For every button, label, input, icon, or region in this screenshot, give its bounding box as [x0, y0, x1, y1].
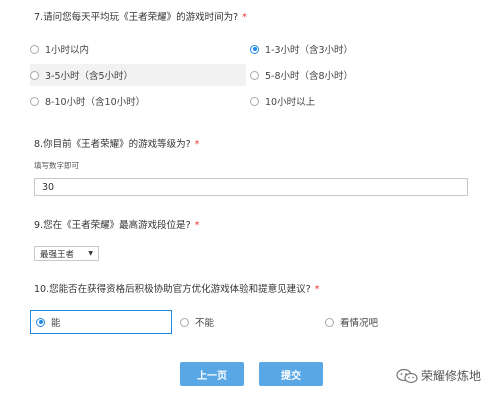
option-label: 10小时以上 [265, 97, 316, 108]
option-label: 1小时以内 [45, 45, 90, 56]
q10-option-2[interactable]: 不能 [180, 311, 310, 333]
required-mark: * [194, 139, 200, 150]
question-7-title: 7.请问您每天平均玩《王者荣耀》的游戏时间为? * [34, 9, 247, 23]
question-10-text: 10.您能否在获得资格后积极协助官方优化游戏体验和提意见建议? [34, 284, 311, 295]
wechat-icon [396, 368, 418, 383]
dropdown-caret-icon: ▼ [88, 250, 93, 257]
rank-select[interactable]: 最强王者 ▼ [34, 246, 99, 261]
option-label: 能 [51, 318, 61, 329]
required-mark: * [194, 220, 200, 231]
watermark-text: 荣耀修炼地 [421, 369, 482, 383]
question-9-text: 9.您在《王者荣耀》最高游戏段位是? [34, 220, 191, 231]
q7-option-4[interactable]: 5-8小时（含8小时） [250, 64, 460, 86]
q7-option-5[interactable]: 8-10小时（含10小时） [30, 90, 240, 112]
q7-option-1[interactable]: 1小时以内 [30, 38, 240, 60]
radio-icon[interactable] [30, 70, 39, 80]
q8-hint: 填写数字即可 [34, 161, 79, 170]
radio-icon[interactable] [250, 70, 259, 80]
option-label: 看情况吧 [340, 318, 379, 329]
radio-icon[interactable] [30, 96, 39, 106]
radio-icon[interactable] [30, 44, 39, 54]
required-mark: * [242, 12, 247, 23]
option-label: 5-8小时（含8小时） [265, 71, 354, 82]
rank-select-value: 最强王者 [40, 249, 75, 260]
q7-option-2[interactable]: 1-3小时（含3小时） [250, 38, 460, 60]
question-9-title: 9.您在《王者荣耀》最高游戏段位是? * [34, 217, 199, 231]
q10-option-3[interactable]: 看情况吧 [325, 311, 455, 333]
radio-icon[interactable] [325, 317, 334, 327]
q7-option-6[interactable]: 10小时以上 [250, 90, 460, 112]
watermark: 荣耀修炼地 [396, 367, 481, 384]
option-label: 8-10小时（含10小时） [45, 97, 146, 108]
prev-page-button[interactable]: 上一页 [180, 362, 244, 386]
question-10-title: 10.您能否在获得资格后积极协助官方优化游戏体验和提意见建议? * [34, 281, 319, 295]
q10-option-1[interactable]: 能 [30, 310, 172, 334]
radio-icon[interactable] [250, 96, 259, 106]
radio-icon[interactable] [180, 317, 189, 327]
question-8-text: 8.你目前《王者荣耀》的游戏等级为? [34, 139, 191, 150]
q7-option-3[interactable]: 3-5小时（含5小时） [30, 64, 246, 86]
question-8-title: 8.你目前《王者荣耀》的游戏等级为? * [34, 136, 199, 150]
submit-button[interactable]: 提交 [259, 362, 323, 386]
required-mark: * [314, 284, 320, 295]
radio-selected-icon[interactable] [250, 44, 259, 54]
option-label: 3-5小时（含5小时） [45, 71, 134, 82]
option-label: 1-3小时（含3小时） [265, 45, 354, 56]
radio-selected-icon[interactable] [36, 317, 45, 327]
option-label: 不能 [195, 318, 215, 329]
question-7-text: 7.请问您每天平均玩《王者荣耀》的游戏时间为? [34, 12, 239, 23]
level-input-value: 30 [42, 181, 55, 193]
level-input[interactable]: 30 [34, 178, 468, 196]
